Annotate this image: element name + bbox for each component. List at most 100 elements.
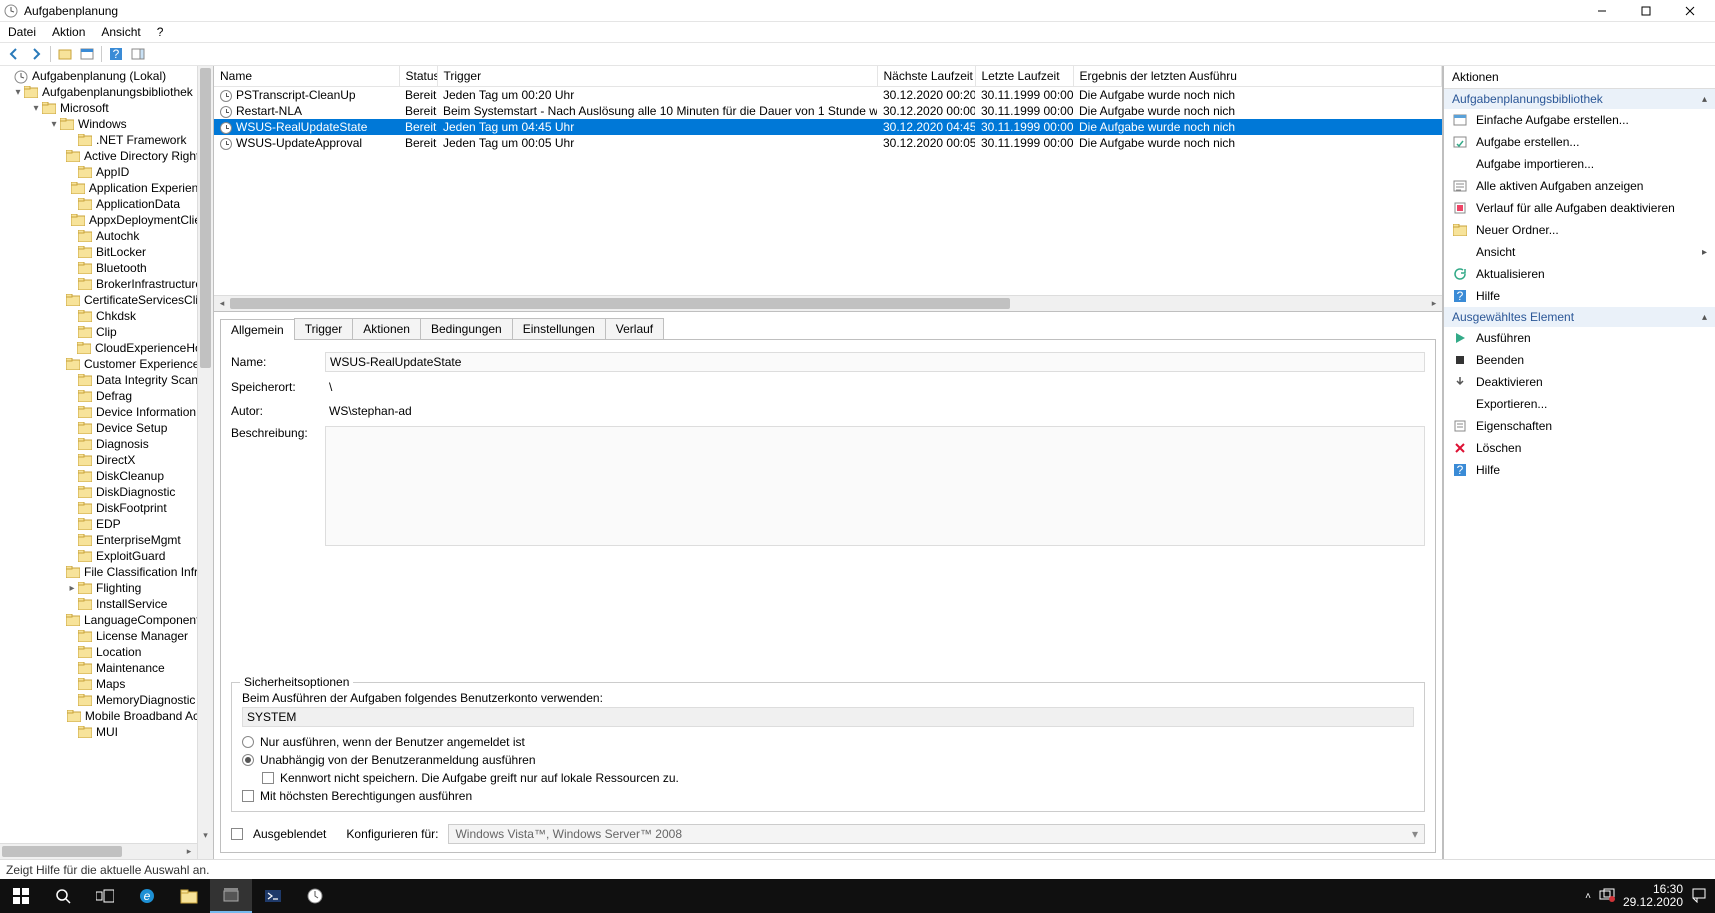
tasklist-horizontal-scrollbar[interactable]: ◂ ▸ bbox=[214, 295, 1442, 311]
tree-item[interactable]: Diagnosis bbox=[0, 436, 213, 452]
name-field[interactable]: WSUS-RealUpdateState bbox=[325, 352, 1425, 372]
show-action-pane-button[interactable] bbox=[128, 44, 148, 64]
action-item[interactable]: Aktualisieren bbox=[1444, 263, 1715, 285]
tree-windows[interactable]: ▾Windows bbox=[0, 116, 213, 132]
task-row[interactable]: WSUS-RealUpdateStateBereitJeden Tag um 0… bbox=[214, 119, 1442, 135]
action-item[interactable]: Alle aktiven Aufgaben anzeigen bbox=[1444, 175, 1715, 197]
configure-for-select[interactable]: Windows Vista™, Windows Server™ 2008 ▾ bbox=[448, 824, 1425, 844]
action-item[interactable]: Neuer Ordner... bbox=[1444, 219, 1715, 241]
chevron-down-icon[interactable]: ▾ bbox=[30, 102, 42, 114]
tree-item[interactable]: Maps bbox=[0, 676, 213, 692]
tree-item[interactable]: CertificateServicesClient bbox=[0, 292, 213, 308]
help-button[interactable]: ? bbox=[106, 44, 126, 64]
scroll-down-arrow[interactable]: ▾ bbox=[198, 827, 213, 843]
taskbar-clock[interactable]: 16:30 29.12.2020 bbox=[1623, 883, 1683, 909]
tree-item[interactable]: File Classification Infrast bbox=[0, 564, 213, 580]
tree-item[interactable]: Device Information bbox=[0, 404, 213, 420]
taskbar-explorer-icon[interactable] bbox=[168, 879, 210, 913]
tree-item[interactable]: AppID bbox=[0, 164, 213, 180]
tree-item[interactable]: DiskDiagnostic bbox=[0, 484, 213, 500]
tree-item[interactable]: ExploitGuard bbox=[0, 548, 213, 564]
tree-item[interactable]: BitLocker bbox=[0, 244, 213, 260]
action-item[interactable]: Ausführen bbox=[1444, 327, 1715, 349]
menu-view[interactable]: Ansicht bbox=[101, 25, 140, 39]
tab-conditions[interactable]: Bedingungen bbox=[420, 318, 513, 339]
forward-button[interactable] bbox=[26, 44, 46, 64]
collapse-icon[interactable]: ▴ bbox=[1702, 312, 1707, 323]
action-item[interactable]: Verlauf für alle Aufgaben deaktivieren bbox=[1444, 197, 1715, 219]
tree-item[interactable]: CloudExperienceHost bbox=[0, 340, 213, 356]
tab-history[interactable]: Verlauf bbox=[605, 318, 664, 339]
action-item[interactable]: Eigenschaften bbox=[1444, 415, 1715, 437]
action-item[interactable]: Aufgabe importieren... bbox=[1444, 153, 1715, 175]
tree-microsoft[interactable]: ▾Microsoft bbox=[0, 100, 213, 116]
action-section-selected[interactable]: Ausgewähltes Element▴ bbox=[1444, 307, 1715, 327]
tree-item[interactable]: ▸Flighting bbox=[0, 580, 213, 596]
task-row[interactable]: WSUS-UpdateApprovalBereitJeden Tag um 00… bbox=[214, 135, 1442, 151]
action-item[interactable]: Beenden bbox=[1444, 349, 1715, 371]
tree-horizontal-scrollbar[interactable]: ◂ ▸ bbox=[0, 843, 197, 859]
menu-help[interactable]: ? bbox=[157, 25, 164, 39]
tree-item[interactable]: MUI bbox=[0, 724, 213, 740]
properties-button[interactable] bbox=[77, 44, 97, 64]
tray-network-icon[interactable] bbox=[1599, 888, 1615, 905]
action-section-library[interactable]: Aufgabenplanungsbibliothek▴ bbox=[1444, 89, 1715, 109]
tree-item[interactable]: Clip bbox=[0, 324, 213, 340]
task-row[interactable]: PSTranscript-CleanUpBereitJeden Tag um 0… bbox=[214, 87, 1442, 104]
tree-vertical-scrollbar[interactable]: ▴ ▾ bbox=[197, 66, 213, 859]
chevron-right-icon[interactable]: ▸ bbox=[66, 582, 78, 594]
maximize-button[interactable] bbox=[1633, 2, 1659, 20]
tree-item[interactable]: ApplicationData bbox=[0, 196, 213, 212]
radio-any-logon[interactable] bbox=[242, 754, 254, 766]
scroll-left-arrow[interactable]: ◂ bbox=[214, 296, 230, 311]
tree-item[interactable]: DirectX bbox=[0, 452, 213, 468]
action-item[interactable]: ?Hilfe bbox=[1444, 459, 1715, 481]
chevron-down-icon[interactable]: ▾ bbox=[12, 86, 24, 98]
show-hide-tree-button[interactable] bbox=[55, 44, 75, 64]
tree-item[interactable]: License Manager bbox=[0, 628, 213, 644]
tree-item[interactable]: InstallService bbox=[0, 596, 213, 612]
tree-item[interactable]: MemoryDiagnostic bbox=[0, 692, 213, 708]
tree-item[interactable]: Device Setup bbox=[0, 420, 213, 436]
tree-root[interactable]: Aufgabenplanung (Lokal) bbox=[0, 68, 213, 84]
tree-item[interactable]: Customer Experience Im bbox=[0, 356, 213, 372]
action-item[interactable]: Exportieren... bbox=[1444, 393, 1715, 415]
tray-chevron-icon[interactable]: ˄ bbox=[1585, 891, 1591, 902]
tab-general[interactable]: Allgemein bbox=[220, 319, 295, 340]
task-list[interactable]: Name Status Trigger Nächste Laufzeit Let… bbox=[214, 66, 1442, 295]
action-item[interactable]: Aufgabe erstellen... bbox=[1444, 131, 1715, 153]
scroll-right-arrow[interactable]: ▸ bbox=[1426, 296, 1442, 311]
menu-action[interactable]: Aktion bbox=[52, 25, 85, 39]
tree-item[interactable]: Bluetooth bbox=[0, 260, 213, 276]
tree-item[interactable]: AppxDeploymentClient bbox=[0, 212, 213, 228]
tree-item[interactable]: BrokerInfrastructure bbox=[0, 276, 213, 292]
action-item[interactable]: Ansicht▸ bbox=[1444, 241, 1715, 263]
col-trigger[interactable]: Trigger bbox=[437, 66, 877, 87]
menu-file[interactable]: Datei bbox=[8, 25, 36, 39]
search-button[interactable] bbox=[42, 879, 84, 913]
radio-only-logged-on[interactable] bbox=[242, 736, 254, 748]
tray-notifications-icon[interactable] bbox=[1691, 887, 1707, 906]
tree-item[interactable]: Mobile Broadband Accc bbox=[0, 708, 213, 724]
tree-item[interactable]: EnterpriseMgmt bbox=[0, 532, 213, 548]
task-row[interactable]: Restart-NLABereitBeim Systemstart - Nach… bbox=[214, 103, 1442, 119]
scroll-thumb[interactable] bbox=[200, 68, 211, 368]
taskbar-powershell-icon[interactable] bbox=[252, 879, 294, 913]
checkbox-no-password[interactable] bbox=[262, 772, 274, 784]
scroll-right-arrow[interactable]: ▸ bbox=[181, 844, 197, 859]
col-last[interactable]: Letzte Laufzeit bbox=[975, 66, 1073, 87]
col-next[interactable]: Nächste Laufzeit bbox=[877, 66, 975, 87]
scroll-thumb[interactable] bbox=[230, 298, 1010, 309]
tab-trigger[interactable]: Trigger bbox=[294, 318, 354, 339]
taskbar-server-manager-icon[interactable] bbox=[210, 879, 252, 913]
col-result[interactable]: Ergebnis der letzten Ausführu bbox=[1073, 66, 1442, 87]
tree-item[interactable]: EDP bbox=[0, 516, 213, 532]
action-item[interactable]: ?Hilfe bbox=[1444, 285, 1715, 307]
chevron-down-icon[interactable]: ▾ bbox=[48, 118, 60, 130]
tree-item[interactable]: DiskCleanup bbox=[0, 468, 213, 484]
tree-item[interactable]: Location bbox=[0, 644, 213, 660]
action-item[interactable]: Einfache Aufgabe erstellen... bbox=[1444, 109, 1715, 131]
action-item[interactable]: Löschen bbox=[1444, 437, 1715, 459]
close-button[interactable] bbox=[1677, 2, 1703, 20]
tree-item[interactable]: Autochk bbox=[0, 228, 213, 244]
